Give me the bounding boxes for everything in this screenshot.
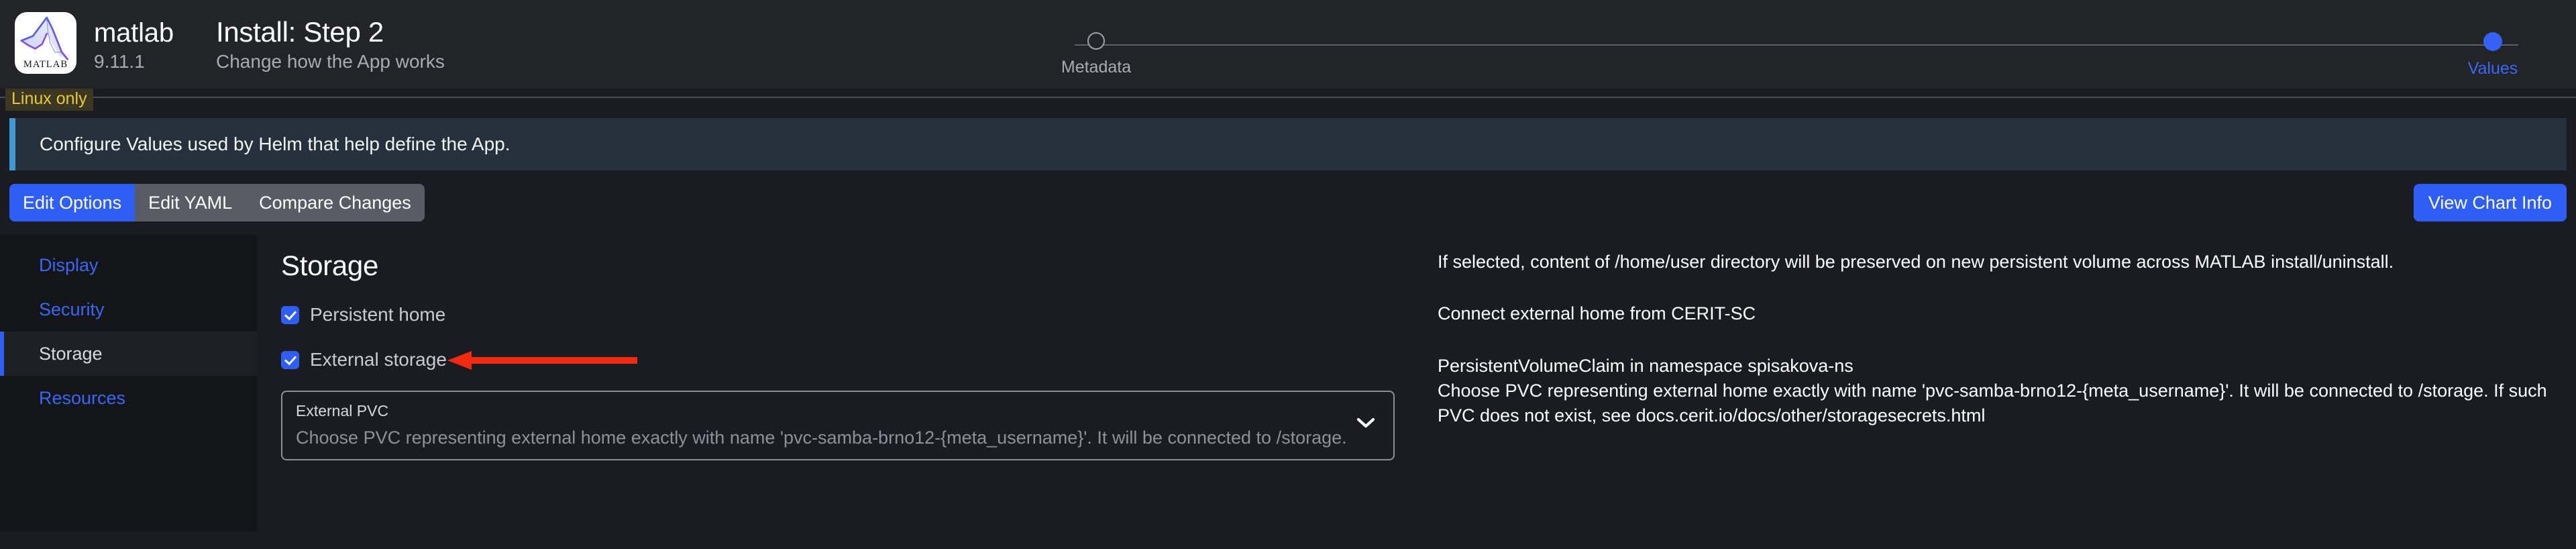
sidebar-item-label: Resources <box>39 388 125 409</box>
editor-mode-tabs: Edit Options Edit YAML Compare Changes <box>9 184 425 221</box>
external-pvc-label: External PVC <box>296 403 1393 419</box>
sidebar-item-label: Storage <box>39 344 103 364</box>
page-subtitle: Change how the App works <box>216 51 445 72</box>
step-values[interactable]: Values <box>2426 32 2560 79</box>
help-text-pvc-namespace: PersistentVolumeClaim in namespace spisa… <box>1438 354 2563 379</box>
persistent-home-checkbox[interactable] <box>281 306 299 324</box>
section-title: Storage <box>281 250 1411 282</box>
sidebar-item-resources[interactable]: Resources <box>0 376 257 420</box>
progress-connector-line <box>1075 44 2518 46</box>
header-identity: MATLAB matlab 9.11.1 Install: Step 2 Cha… <box>0 0 445 74</box>
platform-badge-strip: Linux only <box>0 89 2576 111</box>
app-name: matlab <box>94 19 195 47</box>
config-body: Display Security Storage Resources Stora… <box>0 235 2576 532</box>
status-badge: Linux only <box>5 89 93 111</box>
info-banner: Configure Values used by Helm that help … <box>9 118 2567 170</box>
step-heading: Install: Step 2 Change how the App works <box>216 12 445 72</box>
sidebar-item-display[interactable]: Display <box>0 243 257 287</box>
matlab-wordmark: MATLAB <box>23 59 68 70</box>
step-label-values: Values <box>2468 59 2518 79</box>
sidebar-item-label: Security <box>39 299 105 320</box>
persistent-home-row[interactable]: Persistent home <box>281 301 1411 329</box>
storage-form-column: Storage Persistent home External storage… <box>257 250 1411 532</box>
tab-edit-yaml[interactable]: Edit YAML <box>135 184 246 221</box>
tab-edit-options[interactable]: Edit Options <box>9 184 135 221</box>
help-text-pvc-details: Choose PVC representing external home ex… <box>1438 379 2563 429</box>
app-header: MATLAB matlab 9.11.1 Install: Step 2 Cha… <box>0 0 2576 89</box>
external-pvc-placeholder: Choose PVC representing external home ex… <box>296 428 1393 448</box>
matlab-logo-icon: MATLAB <box>15 12 76 74</box>
external-storage-label: External storage <box>310 349 447 370</box>
page-title: Install: Step 2 <box>216 17 445 47</box>
sidebar-item-security[interactable]: Security <box>0 287 257 332</box>
app-version: 9.11.1 <box>94 51 195 72</box>
persistent-home-label: Persistent home <box>310 304 445 326</box>
step-dot-active-icon <box>2483 32 2502 51</box>
sidebar-item-label: Display <box>39 255 99 276</box>
divider-rule <box>0 97 2576 98</box>
config-sidebar: Display Security Storage Resources <box>0 235 257 532</box>
annotation-arrow-icon <box>447 351 637 370</box>
help-text-external-storage: Connect external home from CERIT-SC <box>1438 301 2563 326</box>
view-chart-info-button[interactable]: View Chart Info <box>2414 184 2567 221</box>
external-storage-row[interactable]: External storage <box>281 346 1411 374</box>
install-progress-stepper: Metadata Values <box>1046 32 2544 86</box>
sidebar-item-storage[interactable]: Storage <box>0 332 257 376</box>
config-content: Storage Persistent home External storage… <box>257 235 2576 532</box>
external-storage-checkbox[interactable] <box>281 351 299 369</box>
chevron-down-icon[interactable] <box>1357 417 1375 428</box>
info-banner-text: Configure Values used by Helm that help … <box>40 134 511 155</box>
step-dot-inactive-icon <box>1087 32 1105 50</box>
help-text-persistent-home: If selected, content of /home/user direc… <box>1438 250 2563 274</box>
step-metadata[interactable]: Metadata <box>1029 32 1163 77</box>
storage-help-column: If selected, content of /home/user direc… <box>1411 250 2576 532</box>
external-pvc-select[interactable]: External PVC Choose PVC representing ext… <box>281 391 1395 460</box>
editor-toolbar: Edit Options Edit YAML Compare Changes V… <box>9 184 2567 221</box>
tab-compare-changes[interactable]: Compare Changes <box>246 184 425 221</box>
step-label-metadata: Metadata <box>1061 58 1131 77</box>
app-identity: matlab 9.11.1 <box>94 12 195 72</box>
